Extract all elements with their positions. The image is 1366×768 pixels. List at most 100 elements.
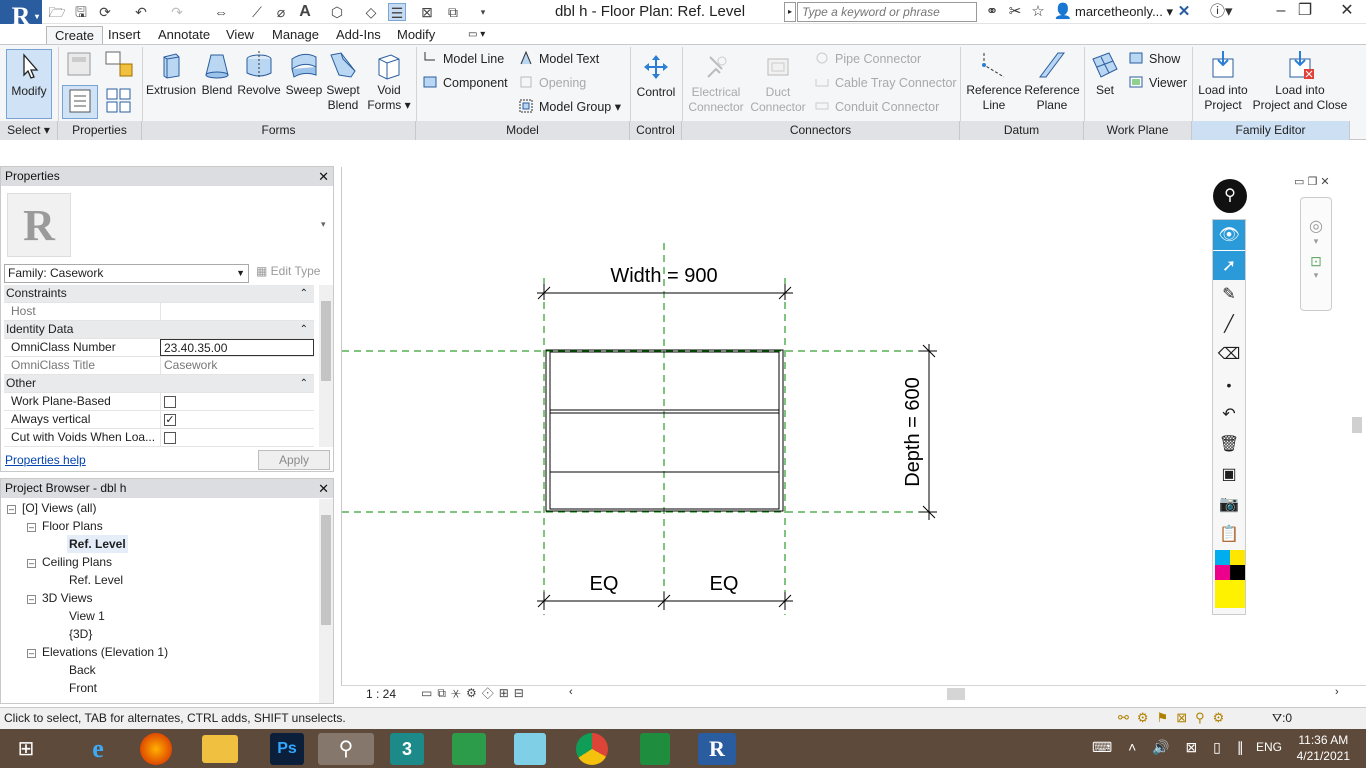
tree-item-view-1[interactable]: View 1 <box>69 607 105 625</box>
tab-modify[interactable]: Modify <box>389 26 443 44</box>
revolve-button[interactable]: Revolve <box>236 49 282 98</box>
properties-scrollbar[interactable] <box>319 285 333 447</box>
tab-add-ins[interactable]: Add-Ins <box>328 26 389 44</box>
board-icon[interactable]: ▣ <box>1213 460 1245 490</box>
search-input[interactable] <box>797 2 977 22</box>
load-into-project-and-close-button[interactable]: Load into Project and Close <box>1252 49 1348 113</box>
conduit-connector-button[interactable]: Conduit Connector <box>814 97 939 117</box>
tab-annotate[interactable]: Annotate <box>150 26 218 44</box>
void-forms-button[interactable]: Void Forms ▾ <box>366 49 412 113</box>
firefox-icon[interactable] <box>140 733 172 765</box>
revit-taskbar-icon[interactable]: R <box>698 733 736 765</box>
tag-icon[interactable]: ⌀ <box>272 3 290 21</box>
exchange-apps-icon[interactable]: ✕ <box>1174 3 1194 21</box>
clock[interactable]: 11:36 AM 4/21/2021 <box>1297 732 1350 764</box>
edit-type-button[interactable]: ▦ Edit Type <box>256 264 320 278</box>
row-omniclass-number[interactable]: OmniClass Number 23.40.35.00 <box>4 339 314 357</box>
horizontal-scroll-thumb[interactable] <box>947 688 965 700</box>
eq-right-label[interactable]: EQ <box>710 573 739 595</box>
control-button[interactable]: Control <box>634 51 678 100</box>
tree-item-ceiling-ref-level[interactable]: Ref. Level <box>69 571 123 589</box>
close-hidden-icon[interactable]: ⊠ <box>418 3 436 21</box>
tree-item-ceiling-plans[interactable]: – Ceiling Plans <box>27 553 112 571</box>
type-properties-icon[interactable] <box>102 85 136 119</box>
modify-button[interactable]: Modify <box>6 49 52 119</box>
internet-explorer-icon[interactable]: e <box>78 733 118 765</box>
file-explorer-icon[interactable] <box>202 735 238 763</box>
help-icon[interactable]: ⓘ▾ <box>1210 3 1233 21</box>
sweep-button[interactable]: Sweep <box>282 49 326 98</box>
always-vertical-checkbox[interactable]: ✓ <box>164 414 176 426</box>
pipe-connector-button[interactable]: Pipe Connector <box>814 49 921 69</box>
pen-tool-logo-icon[interactable]: ⚲ <box>1213 179 1247 213</box>
dimension-icon[interactable]: ⟋ <box>248 3 266 21</box>
sketch-app-icon[interactable] <box>514 733 546 765</box>
tab-insert[interactable]: Insert <box>100 26 149 44</box>
swept-blend-button[interactable]: Swept Blend <box>324 49 362 113</box>
section-constraints[interactable]: Constraints ⌃ <box>4 285 314 303</box>
view-control-icons[interactable]: ▭⧉⚹⚙⟐⊞⊟ <box>421 686 529 701</box>
tab-create[interactable]: Create <box>46 26 104 44</box>
close-icon[interactable]: ✕ <box>318 167 329 186</box>
tab-view[interactable]: View <box>218 26 262 44</box>
sync-icon[interactable]: ⟳ <box>96 3 114 21</box>
undo-stroke-icon[interactable]: ↶ <box>1213 400 1245 430</box>
viewer-button[interactable]: Viewer <box>1128 73 1187 93</box>
eraser-icon[interactable]: ⌫ <box>1213 340 1245 370</box>
trash-icon[interactable]: 🗑 <box>1213 430 1245 460</box>
tree-item-views[interactable]: – [O] Views (all) <box>7 499 96 517</box>
properties-palette-icon[interactable] <box>62 85 98 119</box>
panel-select[interactable]: Select ▾ <box>0 121 58 140</box>
close-icon[interactable]: ✕ <box>318 479 329 498</box>
steering-wheel-icon[interactable]: ◎ <box>1301 216 1331 236</box>
ribbon-minimize-icon[interactable]: ▭ ▾ <box>460 26 493 44</box>
filter-icon[interactable]: ⛛:0 <box>1272 708 1292 728</box>
photoshop-icon[interactable]: Ps <box>270 733 304 765</box>
tree-item-floor-ref-level[interactable]: Ref. Level <box>67 535 128 553</box>
user-name[interactable]: marcetheonly... ▾ <box>1075 4 1173 20</box>
customize-qat-icon[interactable]: ▾ <box>474 3 492 21</box>
tree-item-elevations[interactable]: – Elevations (Elevation 1) <box>27 643 168 661</box>
search-expand-icon[interactable]: ▸ <box>784 2 796 22</box>
drawing-canvas[interactable]: Width = 900 Depth = 600 EQ EQ ▭ ❐ ✕ ⚲ 👁 … <box>341 167 1366 687</box>
restore-icon[interactable]: ❐ <box>1288 0 1322 24</box>
scroll-right-icon[interactable]: › <box>1335 686 1339 698</box>
camera-icon[interactable]: 📷 <box>1213 490 1245 520</box>
chrome-icon[interactable] <box>576 733 608 765</box>
cursor-arrow-icon[interactable]: ➚ <box>1213 250 1245 280</box>
calculator-icon[interactable] <box>640 733 670 765</box>
section-identity-data[interactable]: Identity Data ⌃ <box>4 321 314 339</box>
tree-item-floor-plans[interactable]: – Floor Plans <box>27 517 103 535</box>
show-work-plane-button[interactable]: Show <box>1128 49 1180 69</box>
duct-connector-button[interactable]: Duct Connector <box>748 51 808 115</box>
start-button-icon[interactable]: ⊞ <box>6 733 46 765</box>
measure-icon[interactable]: ⇔ <box>212 3 230 21</box>
selection-filter-icons[interactable]: ⚯⚙⚑⊠⚲⚙ <box>1118 708 1232 728</box>
redo-icon[interactable]: ↷ <box>168 3 186 21</box>
apply-button[interactable]: Apply <box>258 450 330 470</box>
set-work-plane-button[interactable]: Set <box>1088 49 1122 98</box>
section-icon[interactable]: ◇ <box>362 3 380 21</box>
tab-manage[interactable]: Manage <box>264 26 327 44</box>
eye-icon[interactable]: 👁 <box>1213 220 1245 250</box>
model-group-button[interactable]: Model Group ▾ <box>518 97 621 117</box>
system-tray-icons[interactable]: ⌨ ˄ 🔊 ⊠ ▯ ∥ <box>1092 739 1250 756</box>
eq-left-label[interactable]: EQ <box>590 573 619 595</box>
marker-icon[interactable]: ✎ <box>1213 280 1245 310</box>
model-text-button[interactable]: Model Text <box>518 49 599 69</box>
subscription-icon[interactable]: ✂ <box>1005 3 1025 21</box>
favorites-star-icon[interactable]: ☆ <box>1028 3 1048 21</box>
text-icon[interactable]: A <box>296 3 314 21</box>
save-icon[interactable]: 🖫 <box>72 3 90 21</box>
cut-with-voids-checkbox[interactable] <box>164 432 176 444</box>
electrical-connector-button[interactable]: Electrical Connector <box>686 51 746 115</box>
family-types-icon[interactable] <box>64 49 94 81</box>
canvas-scrollbar[interactable] <box>1350 167 1364 687</box>
undo-icon[interactable]: ↶ <box>132 3 150 21</box>
scroll-left-icon[interactable]: ‹ <box>569 686 573 698</box>
tree-item-3d-views[interactable]: –3D Views <box>27 589 92 607</box>
work-plane-based-checkbox[interactable] <box>164 396 176 408</box>
cable-tray-connector-button[interactable]: Cable Tray Connector <box>814 73 957 93</box>
browser-scrollbar[interactable] <box>319 499 333 703</box>
color-palette[interactable] <box>1213 550 1245 610</box>
